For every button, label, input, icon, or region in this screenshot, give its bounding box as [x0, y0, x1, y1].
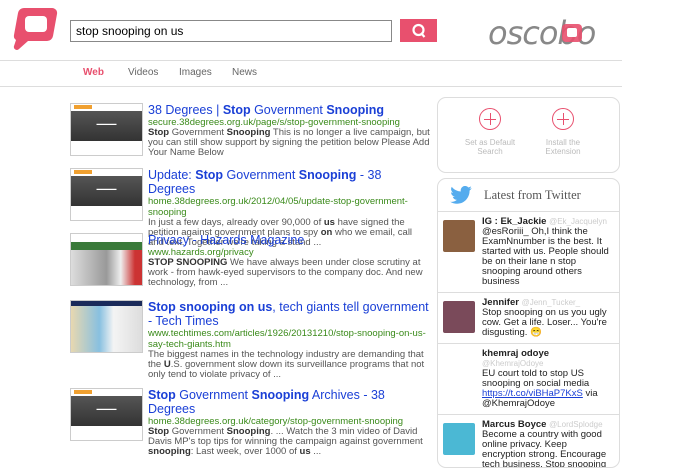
- text-segment: Update:: [148, 168, 196, 182]
- result-title-link[interactable]: Stop snooping on us, tech giants tell go…: [148, 300, 430, 328]
- oscobo-brand-logo[interactable]: oscobo: [488, 14, 623, 54]
- tweet-text-segment: EU court told to stop US snooping on soc…: [482, 368, 590, 389]
- tweet: khemraj odoye @KhemrajOdoye EU court told…: [438, 343, 619, 414]
- tweet-list: IG : Ek_Jackie @Ek_Jacquelyn @esRoriii_ O…: [438, 211, 619, 468]
- search-result: ▬▬▬▬▬ 38 Degrees | Stop Government Snoopi…: [70, 103, 430, 158]
- tweet-text: EU court told to stop US snooping on soc…: [482, 369, 613, 409]
- twitter-panel: Latest from Twitter IG : Ek_Jackie @Ek_J…: [437, 178, 620, 468]
- text-segment: Stop snooping on us: [148, 300, 273, 314]
- twitter-title: Latest from Twitter: [484, 187, 581, 202]
- tab-news[interactable]: News: [232, 67, 257, 78]
- tweet: Jennifer @Jenn_Tucker_ Stop snooping on u…: [438, 292, 619, 343]
- result-body: 38 Degrees | Stop Government Snooping sec…: [148, 103, 430, 158]
- avatar[interactable]: [443, 423, 475, 455]
- result-body: Stop Government Snooping Archives - 38 D…: [148, 388, 430, 457]
- result-snippet: STOP SNOOPING We have always been under …: [148, 258, 430, 288]
- tweet-text-segment: @esRoriii_ Oh,I think the ExamNnumber is…: [482, 226, 609, 287]
- tweet: IG : Ek_Jackie @Ek_Jacquelyn @esRoriii_ O…: [438, 211, 619, 292]
- tweet-text-segment: Become a country with good online privac…: [482, 429, 607, 468]
- tab-images[interactable]: Images: [179, 67, 212, 78]
- result-snippet: Stop Government Snooping This is no long…: [148, 128, 430, 158]
- text-segment: Government: [175, 388, 252, 402]
- text-segment: Government: [223, 168, 299, 182]
- tweet-handle[interactable]: @LordSplodge: [549, 420, 603, 429]
- twitter-bird-icon: [450, 186, 472, 204]
- tab-web[interactable]: Web: [83, 67, 104, 78]
- result-title-link[interactable]: Update: Stop Government Snooping - 38 De…: [148, 168, 430, 196]
- install-extension-label: Install the Extension: [545, 138, 581, 156]
- divider: [0, 60, 622, 61]
- text-segment: Stop: [195, 168, 224, 182]
- result-thumbnail[interactable]: [70, 233, 143, 286]
- avatar[interactable]: [443, 220, 475, 252]
- result-title-link[interactable]: 38 Degrees | Stop Government Snooping: [148, 103, 430, 117]
- avatar[interactable]: [443, 301, 475, 333]
- result-url[interactable]: home.38degrees.org.uk/2012/04/05/update-…: [148, 196, 430, 218]
- actions-panel: Set as Default Search Install the Extens…: [437, 97, 620, 173]
- search-result: Stop snooping on us, tech giants tell go…: [70, 300, 430, 380]
- result-thumbnail[interactable]: ▬▬▬▬▬: [70, 103, 143, 156]
- tweet-text-segment: Stop snooping on us you ugly cow. Get a …: [482, 307, 607, 338]
- tweet-text: Stop snooping on us you ugly cow. Get a …: [482, 308, 613, 338]
- result-title-link[interactable]: Stop Government Snooping Archives - 38 D…: [148, 388, 430, 416]
- text-segment: Privacy - Hazards Magazine: [148, 233, 305, 247]
- tweet-handle[interactable]: @KhemrajOdoye: [482, 359, 543, 368]
- result-thumbnail[interactable]: ▬▬▬▬▬: [70, 388, 143, 441]
- result-thumbnail[interactable]: ▬▬▬▬▬: [70, 168, 143, 221]
- text-segment: .S. government slow down its surveillanc…: [148, 359, 425, 380]
- search-result: Privacy - Hazards Magazine www.hazards.or…: [70, 233, 430, 288]
- text-segment: Snooping: [251, 388, 310, 402]
- result-title-link[interactable]: Privacy - Hazards Magazine: [148, 233, 430, 247]
- tweet-handle[interactable]: @Ek_Jacquelyn: [549, 217, 607, 226]
- text-segment: Government: [250, 103, 327, 117]
- result-thumbnail[interactable]: [70, 300, 143, 353]
- oscobo-logo-icon[interactable]: [8, 4, 58, 52]
- install-extension-button[interactable]: Install the Extension: [528, 108, 598, 156]
- text-segment: Snooping: [298, 168, 357, 182]
- tweet-text: Become a country with good online privac…: [482, 430, 613, 468]
- search-button[interactable]: [400, 19, 437, 42]
- result-body: Privacy - Hazards Magazine www.hazards.or…: [148, 233, 430, 288]
- divider: [0, 86, 622, 87]
- set-default-label: Set as Default Search: [464, 138, 516, 156]
- avatar[interactable]: [443, 352, 475, 384]
- text-segment: Stop: [222, 103, 251, 117]
- tweet-header: khemraj odoye @KhemrajOdoye: [482, 349, 613, 369]
- result-url[interactable]: www.techtimes.com/articles/1926/20131210…: [148, 328, 430, 350]
- search-input[interactable]: [70, 20, 392, 42]
- tab-videos[interactable]: Videos: [128, 67, 158, 78]
- tweet-text: @esRoriii_ Oh,I think the ExamNnumber is…: [482, 227, 613, 287]
- twitter-header: Latest from Twitter: [438, 179, 619, 211]
- tweet: Marcus Boyce @LordSplodge Become a countr…: [438, 414, 619, 468]
- text-segment: Stop: [148, 388, 176, 402]
- plus-circle-icon: [479, 108, 501, 130]
- plus-circle-icon: [552, 108, 574, 130]
- magnifier-icon: [411, 23, 425, 38]
- set-default-search-button[interactable]: Set as Default Search: [455, 108, 525, 156]
- text-segment: 38 Degrees |: [148, 103, 223, 117]
- search-result: ▬▬▬▬▬ Stop Government Snooping Archives -…: [70, 388, 430, 457]
- tweet-handle[interactable]: @Jenn_Tucker_: [522, 298, 581, 307]
- result-snippet: The biggest names in the technology indu…: [148, 350, 430, 380]
- result-body: Stop snooping on us, tech giants tell go…: [148, 300, 430, 380]
- result-snippet: Stop Government Snooping. ... Watch the …: [148, 427, 430, 457]
- tweet-author[interactable]: khemraj odoye: [482, 348, 549, 359]
- text-segment: Snooping: [326, 103, 384, 117]
